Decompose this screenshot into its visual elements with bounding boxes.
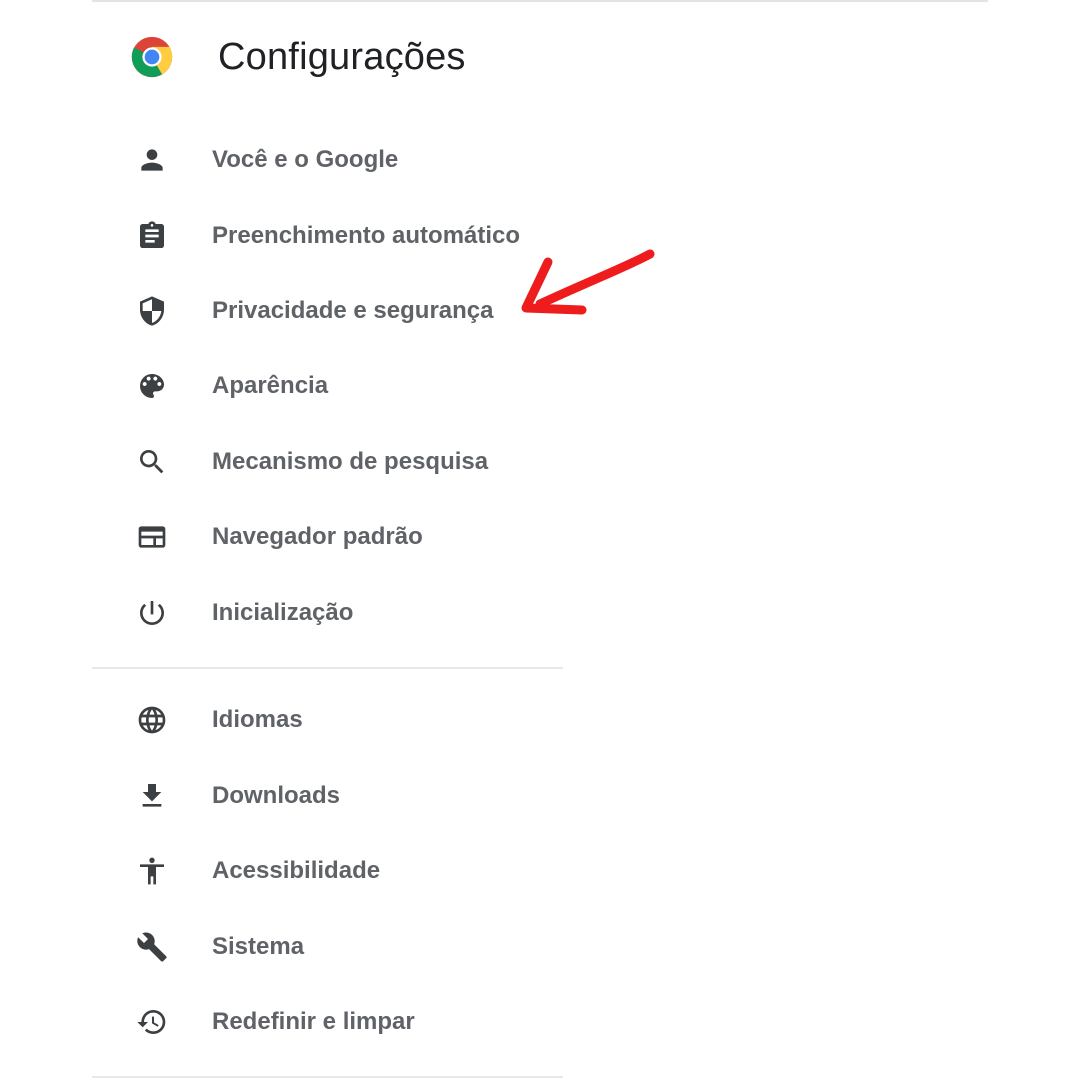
menu-item-inicializacao[interactable]: Inicialização — [92, 585, 562, 641]
shield-icon — [136, 295, 168, 327]
menu-item-label: Acessibilidade — [212, 857, 381, 884]
menu-item-label: Você e o Google — [212, 146, 399, 173]
menu-item-label: Inicialização — [212, 599, 354, 626]
globe-icon — [136, 704, 168, 736]
section-divider — [92, 1076, 563, 1078]
chrome-logo-icon — [131, 36, 173, 78]
menu-item-label: Navegador padrão — [212, 523, 423, 550]
menu-item-sistema[interactable]: Sistema — [92, 919, 562, 975]
person-icon — [136, 144, 168, 176]
menu-item-acessibilidade[interactable]: Acessibilidade — [92, 843, 562, 899]
menu-item-label: Idiomas — [212, 706, 303, 733]
page-title: Configurações — [218, 35, 466, 78]
annotation-arrow-icon — [521, 249, 655, 315]
menu-item-label: Preenchimento automático — [212, 222, 521, 249]
palette-icon — [136, 370, 168, 402]
menu-item-idiomas[interactable]: Idiomas — [92, 692, 562, 748]
browser-window-icon — [136, 521, 168, 553]
menu-item-label: Downloads — [212, 782, 341, 809]
power-icon — [136, 597, 168, 629]
menu-item-voce-e-o-google[interactable]: Você e o Google — [92, 132, 562, 188]
menu-item-label: Aparência — [212, 372, 329, 399]
download-icon — [136, 780, 168, 812]
search-icon — [136, 446, 168, 478]
menu-item-aparencia[interactable]: Aparência — [92, 358, 562, 414]
settings-page: Configurações Você e o Google Preenchime… — [0, 0, 1080, 1080]
clipboard-icon — [136, 220, 168, 252]
restore-icon — [136, 1006, 168, 1038]
wrench-icon — [136, 931, 168, 963]
menu-item-mecanismo-de-pesquisa[interactable]: Mecanismo de pesquisa — [92, 434, 562, 490]
menu-item-label: Redefinir e limpar — [212, 1008, 415, 1035]
menu-item-navegador-padrao[interactable]: Navegador padrão — [92, 509, 562, 565]
menu-item-label: Mecanismo de pesquisa — [212, 448, 489, 475]
settings-header: Configurações — [130, 32, 466, 82]
menu-item-downloads[interactable]: Downloads — [92, 768, 562, 824]
menu-item-label: Privacidade e segurança — [212, 297, 494, 324]
menu-item-preenchimento-automatico[interactable]: Preenchimento automático — [92, 208, 562, 264]
top-divider — [92, 0, 988, 2]
menu-item-label: Sistema — [212, 933, 305, 960]
section-divider — [92, 667, 563, 669]
accessibility-icon — [136, 855, 168, 887]
menu-item-redefinir-e-limpar[interactable]: Redefinir e limpar — [92, 994, 562, 1050]
menu-item-privacidade-e-seguranca[interactable]: Privacidade e segurança — [92, 283, 562, 339]
